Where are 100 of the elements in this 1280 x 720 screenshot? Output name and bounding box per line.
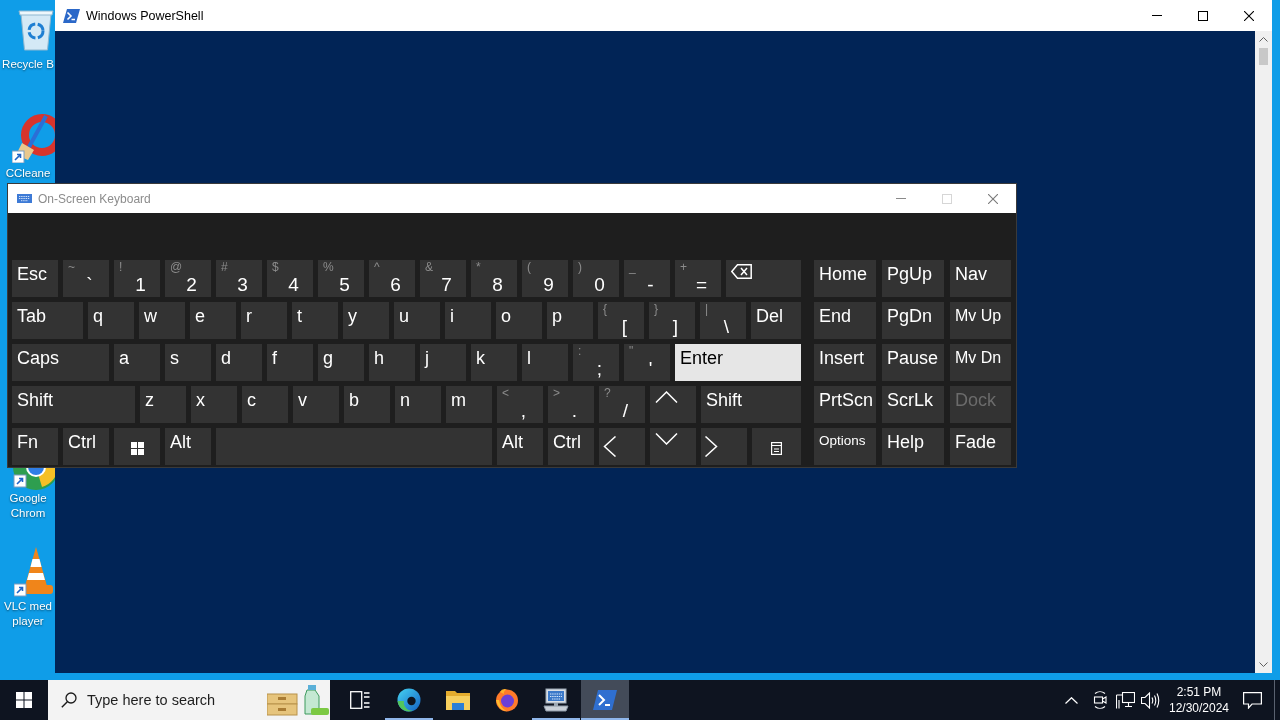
keyboard-key[interactable]: x — [191, 386, 237, 423]
keyboard-key[interactable]: k — [471, 344, 517, 381]
keyboard-key[interactable]: End — [814, 302, 876, 339]
keyboard-key[interactable]: y — [343, 302, 389, 339]
keyboard-key[interactable]: b — [344, 386, 390, 423]
keyboard-key[interactable]: h — [369, 344, 415, 381]
scroll-up-icon[interactable] — [1259, 37, 1268, 42]
clock-date[interactable]: 12/30/2024 — [1168, 700, 1230, 716]
keyboard-key[interactable]: o — [496, 302, 542, 339]
keyboard-key[interactable]: i — [445, 302, 491, 339]
keyboard-key[interactable]: & 7 — [420, 260, 466, 297]
arrow-key[interactable] — [599, 428, 645, 465]
arrow-key[interactable] — [650, 386, 696, 423]
keyboard-key[interactable]: Enter — [675, 344, 801, 381]
keyboard-key[interactable]: ~ ` — [63, 260, 109, 297]
keyboard-key[interactable]: PgDn — [882, 302, 944, 339]
keyboard-key[interactable]: Alt — [165, 428, 211, 465]
keyboard-key[interactable]: q — [88, 302, 134, 339]
keyboard-key[interactable]: * 8 — [471, 260, 517, 297]
brush-ring-icon[interactable] — [12, 113, 55, 163]
keyboard-key[interactable]: PrtScn — [814, 386, 876, 423]
keyboard-key[interactable]: u — [394, 302, 440, 339]
keyboard-key[interactable]: < , — [497, 386, 543, 423]
keyboard-key[interactable]: > . — [548, 386, 594, 423]
keyboard-key[interactable]: n — [395, 386, 441, 423]
keyboard-key[interactable]: a — [114, 344, 160, 381]
keyboard-key[interactable]: t — [292, 302, 338, 339]
video-camera-icon[interactable] — [1092, 691, 1108, 709]
keyboard-key[interactable]: " ' — [624, 344, 670, 381]
keyboard-key[interactable]: ^ 6 — [369, 260, 415, 297]
keyboard-key[interactable]: ! 1 — [114, 260, 160, 297]
keyboard-key[interactable]: d — [216, 344, 262, 381]
keyboard-key[interactable]: Options — [814, 428, 876, 465]
keyboard-key[interactable]: Nav — [950, 260, 1011, 297]
chevron-left-icon — [603, 436, 616, 457]
chevron-up-icon — [655, 391, 678, 403]
drawers-and-spray-icon[interactable] — [267, 684, 329, 716]
keyboard-key[interactable]: Shift — [12, 386, 135, 423]
keyboard-key[interactable]: Home — [814, 260, 876, 297]
keyboard-key[interactable]: e — [190, 302, 236, 339]
keyboard-key[interactable]: Del — [751, 302, 801, 339]
keyboard-key[interactable]: j — [420, 344, 466, 381]
keyboard-key[interactable]: Mv Up — [950, 302, 1011, 339]
keyboard-key[interactable]: z — [140, 386, 186, 423]
keyboard-key[interactable]: Insert — [814, 344, 876, 381]
keyboard-key[interactable]: Pause — [882, 344, 944, 381]
keyboard-key[interactable]: } ] — [649, 302, 695, 339]
keyboard-key[interactable]: ? / — [599, 386, 645, 423]
keyboard-key[interactable]: ( 9 — [522, 260, 568, 297]
keyboard-key[interactable]: v — [293, 386, 339, 423]
traffic-cone-icon[interactable] — [14, 546, 55, 598]
scrollbar-thumb[interactable] — [1259, 48, 1268, 65]
search-box[interactable]: Type here to search — [48, 680, 330, 720]
keyboard-key[interactable]: Help — [882, 428, 944, 465]
clock-time[interactable]: 2:51 PM — [1176, 684, 1222, 700]
scrollbar-track[interactable] — [1255, 31, 1272, 673]
keyboard-key[interactable]: ScrLk — [882, 386, 944, 423]
keyboard-key[interactable]: l — [522, 344, 568, 381]
keyboard-key[interactable]: % 5 — [318, 260, 364, 297]
volume-icon[interactable] — [1141, 691, 1160, 709]
browser-icon[interactable] — [12, 467, 55, 491]
arrow-key[interactable] — [701, 428, 747, 465]
keyboard-key[interactable]: Caps — [12, 344, 109, 381]
windows-key[interactable] — [114, 428, 160, 465]
keyboard-key[interactable]: w — [139, 302, 185, 339]
keyboard-key[interactable]: Fade — [950, 428, 1011, 465]
keyboard-key[interactable]: Esc — [12, 260, 58, 297]
menu-key[interactable] — [752, 428, 801, 465]
keyboard-key[interactable]: Tab — [12, 302, 83, 339]
arrow-key[interactable] — [650, 428, 696, 465]
keyboard-key[interactable]: Ctrl — [63, 428, 109, 465]
keyboard-key[interactable]: | \ — [700, 302, 746, 339]
keyboard-key[interactable]: c — [242, 386, 288, 423]
keyboard-key[interactable]: m — [446, 386, 492, 423]
keyboard-key[interactable]: Shift — [701, 386, 801, 423]
keyboard-key[interactable]: # 3 — [216, 260, 262, 297]
keyboard-key[interactable]: g — [318, 344, 364, 381]
keyboard-key[interactable]: f — [267, 344, 313, 381]
keyboard-key[interactable]: Ctrl — [548, 428, 594, 465]
keyboard-key[interactable]: Mv Dn — [950, 344, 1011, 381]
keyboard-key[interactable]: s — [165, 344, 211, 381]
keyboard-key[interactable]: Fn — [12, 428, 58, 465]
scroll-down-icon[interactable] — [1259, 662, 1268, 667]
keyboard-key[interactable]: $ 4 — [267, 260, 313, 297]
keyboard-key[interactable]: r — [241, 302, 287, 339]
recycle-bin-icon[interactable] — [18, 7, 54, 51]
keyboard-key[interactable]: PgUp — [882, 260, 944, 297]
keyboard-key[interactable]: @ 2 — [165, 260, 211, 297]
notification-icon[interactable] — [1243, 691, 1262, 709]
keyboard-key[interactable]: { [ — [598, 302, 644, 339]
keyboard-key[interactable]: ) 0 — [573, 260, 619, 297]
network-icon[interactable] — [1116, 691, 1135, 709]
chevron-up-icon[interactable] — [1065, 696, 1078, 704]
keyboard-key[interactable]: : ; — [573, 344, 619, 381]
search-field[interactable]: Type here to search — [87, 692, 259, 708]
keyboard-key[interactable]: _ - — [624, 260, 670, 297]
backspace-key[interactable] — [726, 260, 801, 297]
keyboard-key[interactable]: p — [547, 302, 593, 339]
keyboard-key[interactable]: Alt — [497, 428, 543, 465]
keyboard-key[interactable]: + = — [675, 260, 721, 297]
